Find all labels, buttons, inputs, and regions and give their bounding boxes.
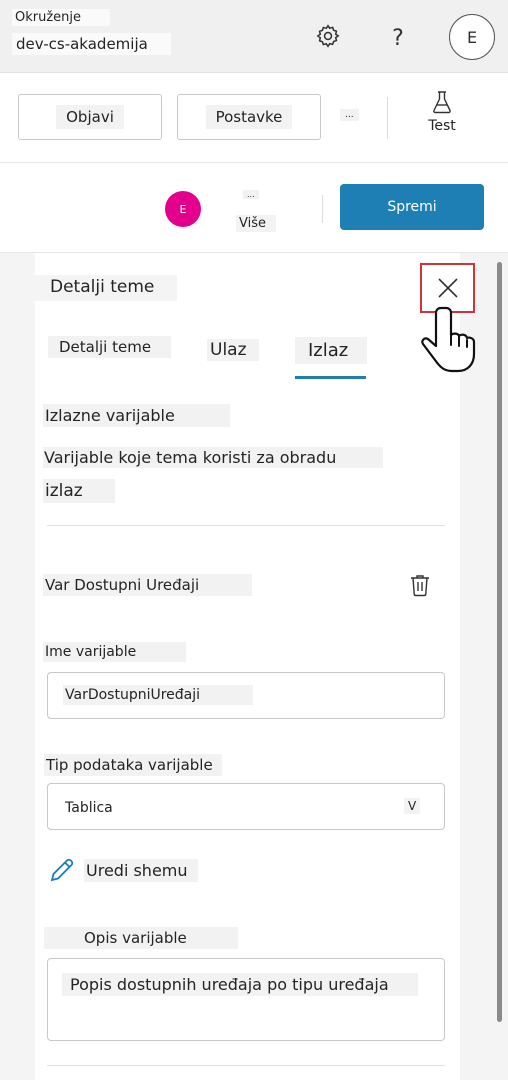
divider — [322, 195, 323, 223]
pencil-icon — [50, 858, 74, 882]
user-avatar[interactable]: E — [449, 14, 495, 60]
chevron-down-icon: V — [404, 798, 421, 814]
close-icon — [437, 278, 458, 298]
section-title: Izlazne varijable — [43, 404, 230, 427]
edit-schema-button[interactable]: Uredi shemu — [48, 856, 198, 884]
edit-schema-label: Uredi shemu — [84, 858, 198, 882]
panel-title: Detalji teme — [34, 275, 177, 301]
settings-label: Postavke — [205, 105, 293, 129]
variable-description-label: Opis varijable — [44, 927, 238, 949]
command-bar: Objavi Postavke ... Test — [0, 73, 508, 163]
save-button[interactable]: Spremi — [340, 184, 484, 230]
variable-type-dropdown[interactable]: Tablica V — [47, 783, 445, 830]
section-description: Varijable koje tema koristi za obradu — [43, 447, 383, 468]
delete-variable-button[interactable] — [409, 573, 433, 599]
collaborator-avatar[interactable]: E — [165, 191, 201, 227]
divider — [47, 1065, 445, 1066]
variable-description-value: Popis dostupnih uređaja po tipu uređaja — [62, 973, 418, 996]
trash-icon — [411, 575, 429, 597]
more-commands-button[interactable]: ... — [340, 109, 359, 121]
settings-button[interactable]: Postavke — [177, 94, 321, 140]
tab-input[interactable]: Ulaz — [207, 339, 259, 361]
topic-details-panel — [35, 253, 460, 1080]
test-label: Test — [428, 118, 456, 134]
pointer-hand-icon — [421, 306, 476, 373]
top-bar: Okruženje dev-cs-akademija ? E — [0, 0, 508, 73]
help-button[interactable]: ? — [384, 22, 412, 54]
test-button[interactable]: Test — [414, 90, 470, 146]
variable-type-label: Tip podataka varijable — [44, 754, 222, 776]
flask-icon — [433, 91, 451, 114]
environment-name[interactable]: dev-cs-akademija — [12, 33, 171, 55]
variable-description-textarea[interactable]: Popis dostupnih uređaja po tipu uređaja — [47, 958, 445, 1041]
more-dots-icon[interactable]: ... — [243, 190, 259, 199]
divider — [47, 525, 445, 526]
sub-bar: E ... Više Spremi — [0, 163, 508, 253]
publish-button[interactable]: Objavi — [18, 94, 162, 140]
variable-display-name: Var Dostupni Uređaji — [43, 574, 252, 596]
settings-gear-icon[interactable] — [312, 20, 344, 52]
environment-label: Okruženje — [12, 9, 110, 26]
panel-scrollbar[interactable] — [497, 262, 502, 1022]
tab-topic-details[interactable]: Detalji teme — [48, 336, 171, 358]
variable-name-value: VarDostupniUređaji — [63, 685, 253, 705]
divider — [387, 97, 388, 139]
selected-tab-indicator — [295, 376, 366, 379]
variable-name-input[interactable]: VarDostupniUređaji — [47, 672, 445, 719]
section-description-continued: izlaz — [43, 479, 115, 503]
tab-output[interactable]: Izlaz — [295, 337, 367, 364]
publish-label: Objavi — [56, 105, 124, 129]
variable-type-value: Tablica — [65, 800, 113, 816]
variable-name-label: Ime varijable — [43, 642, 186, 662]
more-button[interactable]: Više — [236, 215, 276, 232]
